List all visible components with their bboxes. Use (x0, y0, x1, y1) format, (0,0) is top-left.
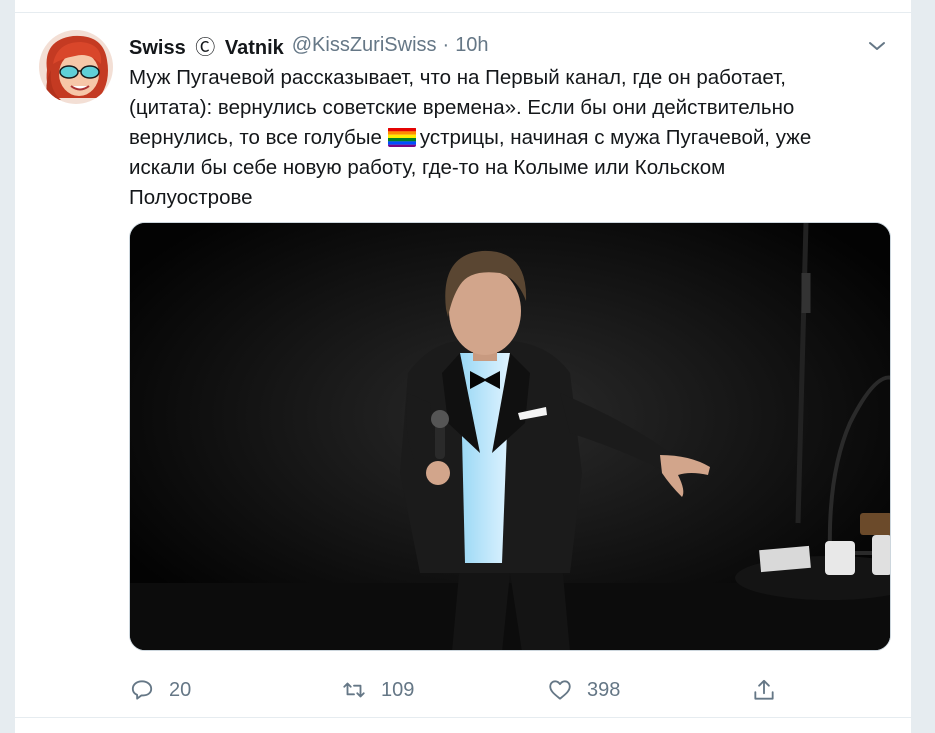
display-name[interactable]: Swiss Ⓒ Vatnik (129, 31, 284, 60)
tweet-text-line-3a: вернулись, то все голубые (129, 126, 382, 149)
reply-count: 20 (169, 678, 192, 701)
reply-button[interactable]: 20 (129, 672, 191, 708)
tweet-card[interactable]: Swiss Ⓒ Vatnik @KissZuriSwiss · 10h Муж … (14, 0, 912, 733)
like-count: 398 (587, 678, 621, 701)
heart-icon (549, 680, 571, 700)
tweet-text: Муж Пугачевой рассказывает, что на Первы… (129, 63, 899, 213)
rainbow-flag-icon (387, 127, 416, 147)
avatar-image (39, 30, 113, 104)
share-icon (754, 679, 774, 700)
tweet-text-line-5: Полуострове (129, 186, 253, 209)
divider-bottom (15, 717, 911, 718)
retweet-count: 109 (381, 678, 415, 701)
display-name-part1: Swiss (129, 36, 186, 59)
divider-top (15, 12, 911, 13)
reply-icon (131, 680, 153, 700)
chevron-down-icon[interactable] (865, 34, 889, 58)
retweet-icon (343, 682, 365, 698)
tweet-header: Swiss Ⓒ Vatnik @KissZuriSwiss · 10h (129, 31, 489, 59)
tweet-actions: 20 109 398 (129, 672, 829, 708)
tweet-timestamp[interactable]: 10h (455, 34, 488, 57)
page-background: Swiss Ⓒ Vatnik @KissZuriSwiss · 10h Муж … (0, 0, 935, 733)
tweet-text-line-1: Муж Пугачевой рассказывает, что на Первы… (129, 66, 786, 89)
like-button[interactable]: 398 (547, 672, 620, 708)
retweet-button[interactable]: 109 (341, 672, 414, 708)
tweet-text-line-3b: устрицы, начиная с мужа Пугачевой, уже (419, 126, 812, 149)
tweet-text-line-3: вернулись, то все голубые устрицы, начин… (129, 123, 899, 153)
user-handle[interactable]: @KissZuriSwiss (292, 34, 437, 57)
display-name-part2: Vatnik (224, 36, 284, 59)
tweet-text-line-2: (цитата): вернулись советские времена». … (129, 96, 795, 119)
copyright-symbol: Ⓒ (195, 36, 216, 59)
avatar[interactable] (39, 30, 113, 104)
share-button[interactable] (751, 672, 777, 708)
tweet-media[interactable] (129, 222, 891, 651)
tweet-text-line-4: искали бы себе новую работу, где-то на К… (129, 156, 726, 179)
separator-dot: · (442, 33, 450, 56)
media-photo (130, 223, 890, 650)
